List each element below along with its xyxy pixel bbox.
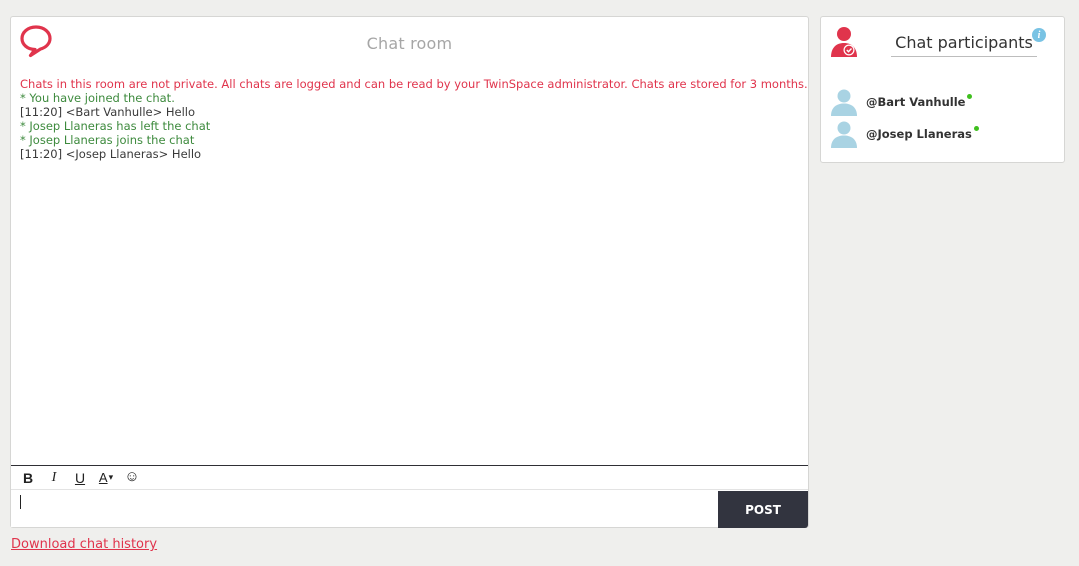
text-cursor — [20, 495, 21, 509]
online-status-dot — [973, 125, 979, 131]
message-line: * Josep Llaneras joins the chat — [20, 133, 195, 147]
text-color-icon: A — [98, 470, 108, 485]
user-avatar-icon — [831, 89, 857, 116]
emoji-icon[interactable]: ☺ — [122, 468, 142, 488]
bold-button[interactable]: B — [18, 468, 38, 488]
user-avatar-icon — [831, 121, 857, 148]
participant-item[interactable]: @Josep Llaneras — [830, 120, 979, 148]
participant-name: @Josep Llaneras — [866, 127, 972, 141]
download-chat-history-link[interactable]: Download chat history — [11, 537, 157, 552]
message-line: [11:20] <Josep Llaneras> Hello — [20, 147, 202, 161]
online-status-dot — [967, 93, 973, 99]
message-input[interactable] — [11, 491, 718, 527]
message-line: [11:20] <Bart Vanhulle> Hello — [20, 105, 196, 119]
chevron-down-icon: ▾ — [108, 472, 114, 482]
post-button[interactable]: POST — [718, 491, 808, 528]
message-line: * You have joined the chat. — [20, 91, 175, 105]
participants-panel: Chat participants i @Bart Vanhulle @Josep… — [820, 16, 1065, 163]
chat-room-title: Chat room — [366, 34, 453, 53]
formatting-toolbar: B I U A ▾ ☺ — [11, 465, 808, 490]
participant-name: @Bart Vanhulle — [866, 95, 966, 109]
participants-title: Chat participants — [891, 33, 1037, 57]
chat-room-panel: Chat room Chats in this room are not pri… — [10, 16, 809, 528]
underline-button[interactable]: U — [70, 468, 90, 488]
user-check-icon — [831, 27, 857, 57]
message-log: Chats in this room are not private. All … — [20, 77, 808, 161]
italic-button[interactable]: I — [44, 468, 64, 488]
message-line: Chats in this room are not private. All … — [20, 77, 808, 91]
info-icon[interactable]: i — [1032, 28, 1046, 42]
participant-item[interactable]: @Bart Vanhulle — [830, 88, 973, 116]
message-line: * Josep Llaneras has left the chat — [20, 119, 211, 133]
text-color-button[interactable]: A ▾ — [96, 468, 116, 488]
